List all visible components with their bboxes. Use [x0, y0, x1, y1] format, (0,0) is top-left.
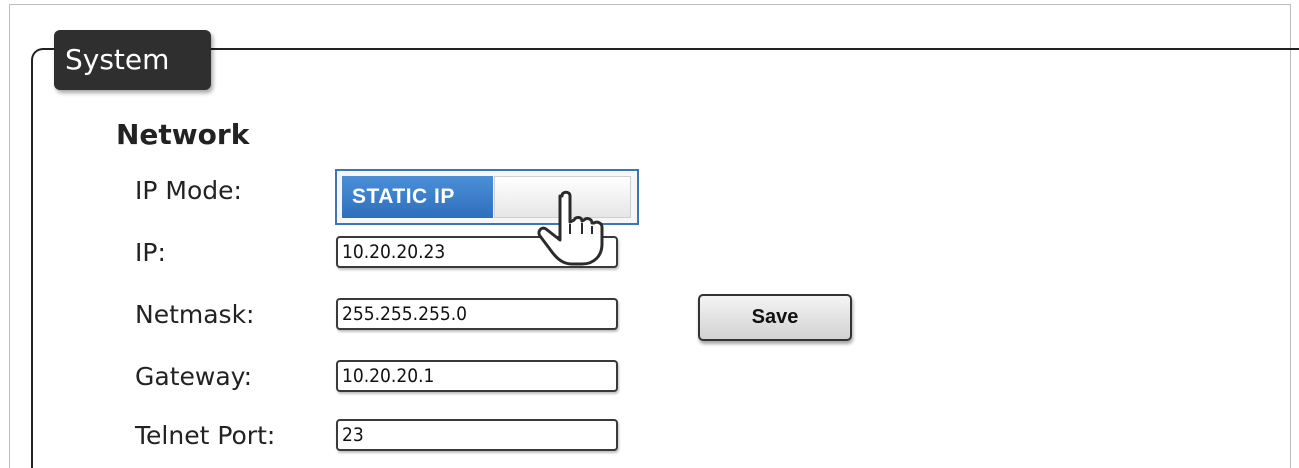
- section-title: System: [54, 30, 211, 90]
- network-heading: Network: [116, 118, 250, 151]
- system-section: [31, 48, 1299, 468]
- telnet-port-label: Telnet Port:: [135, 421, 276, 450]
- ip-mode-toggle-on[interactable]: STATIC IP: [342, 176, 493, 218]
- page: System Network IP Mode: STATIC IP IP: Ne…: [0, 0, 1299, 468]
- hand-pointer-icon: [537, 190, 604, 266]
- gateway-field[interactable]: [336, 360, 618, 392]
- save-button[interactable]: Save: [698, 294, 852, 341]
- telnet-port-field[interactable]: [336, 419, 618, 451]
- netmask-field[interactable]: [336, 298, 618, 330]
- ip-label: IP:: [135, 238, 166, 267]
- gateway-label: Gateway:: [135, 362, 253, 391]
- netmask-label: Netmask:: [135, 300, 255, 329]
- ip-mode-label: IP Mode:: [135, 176, 242, 205]
